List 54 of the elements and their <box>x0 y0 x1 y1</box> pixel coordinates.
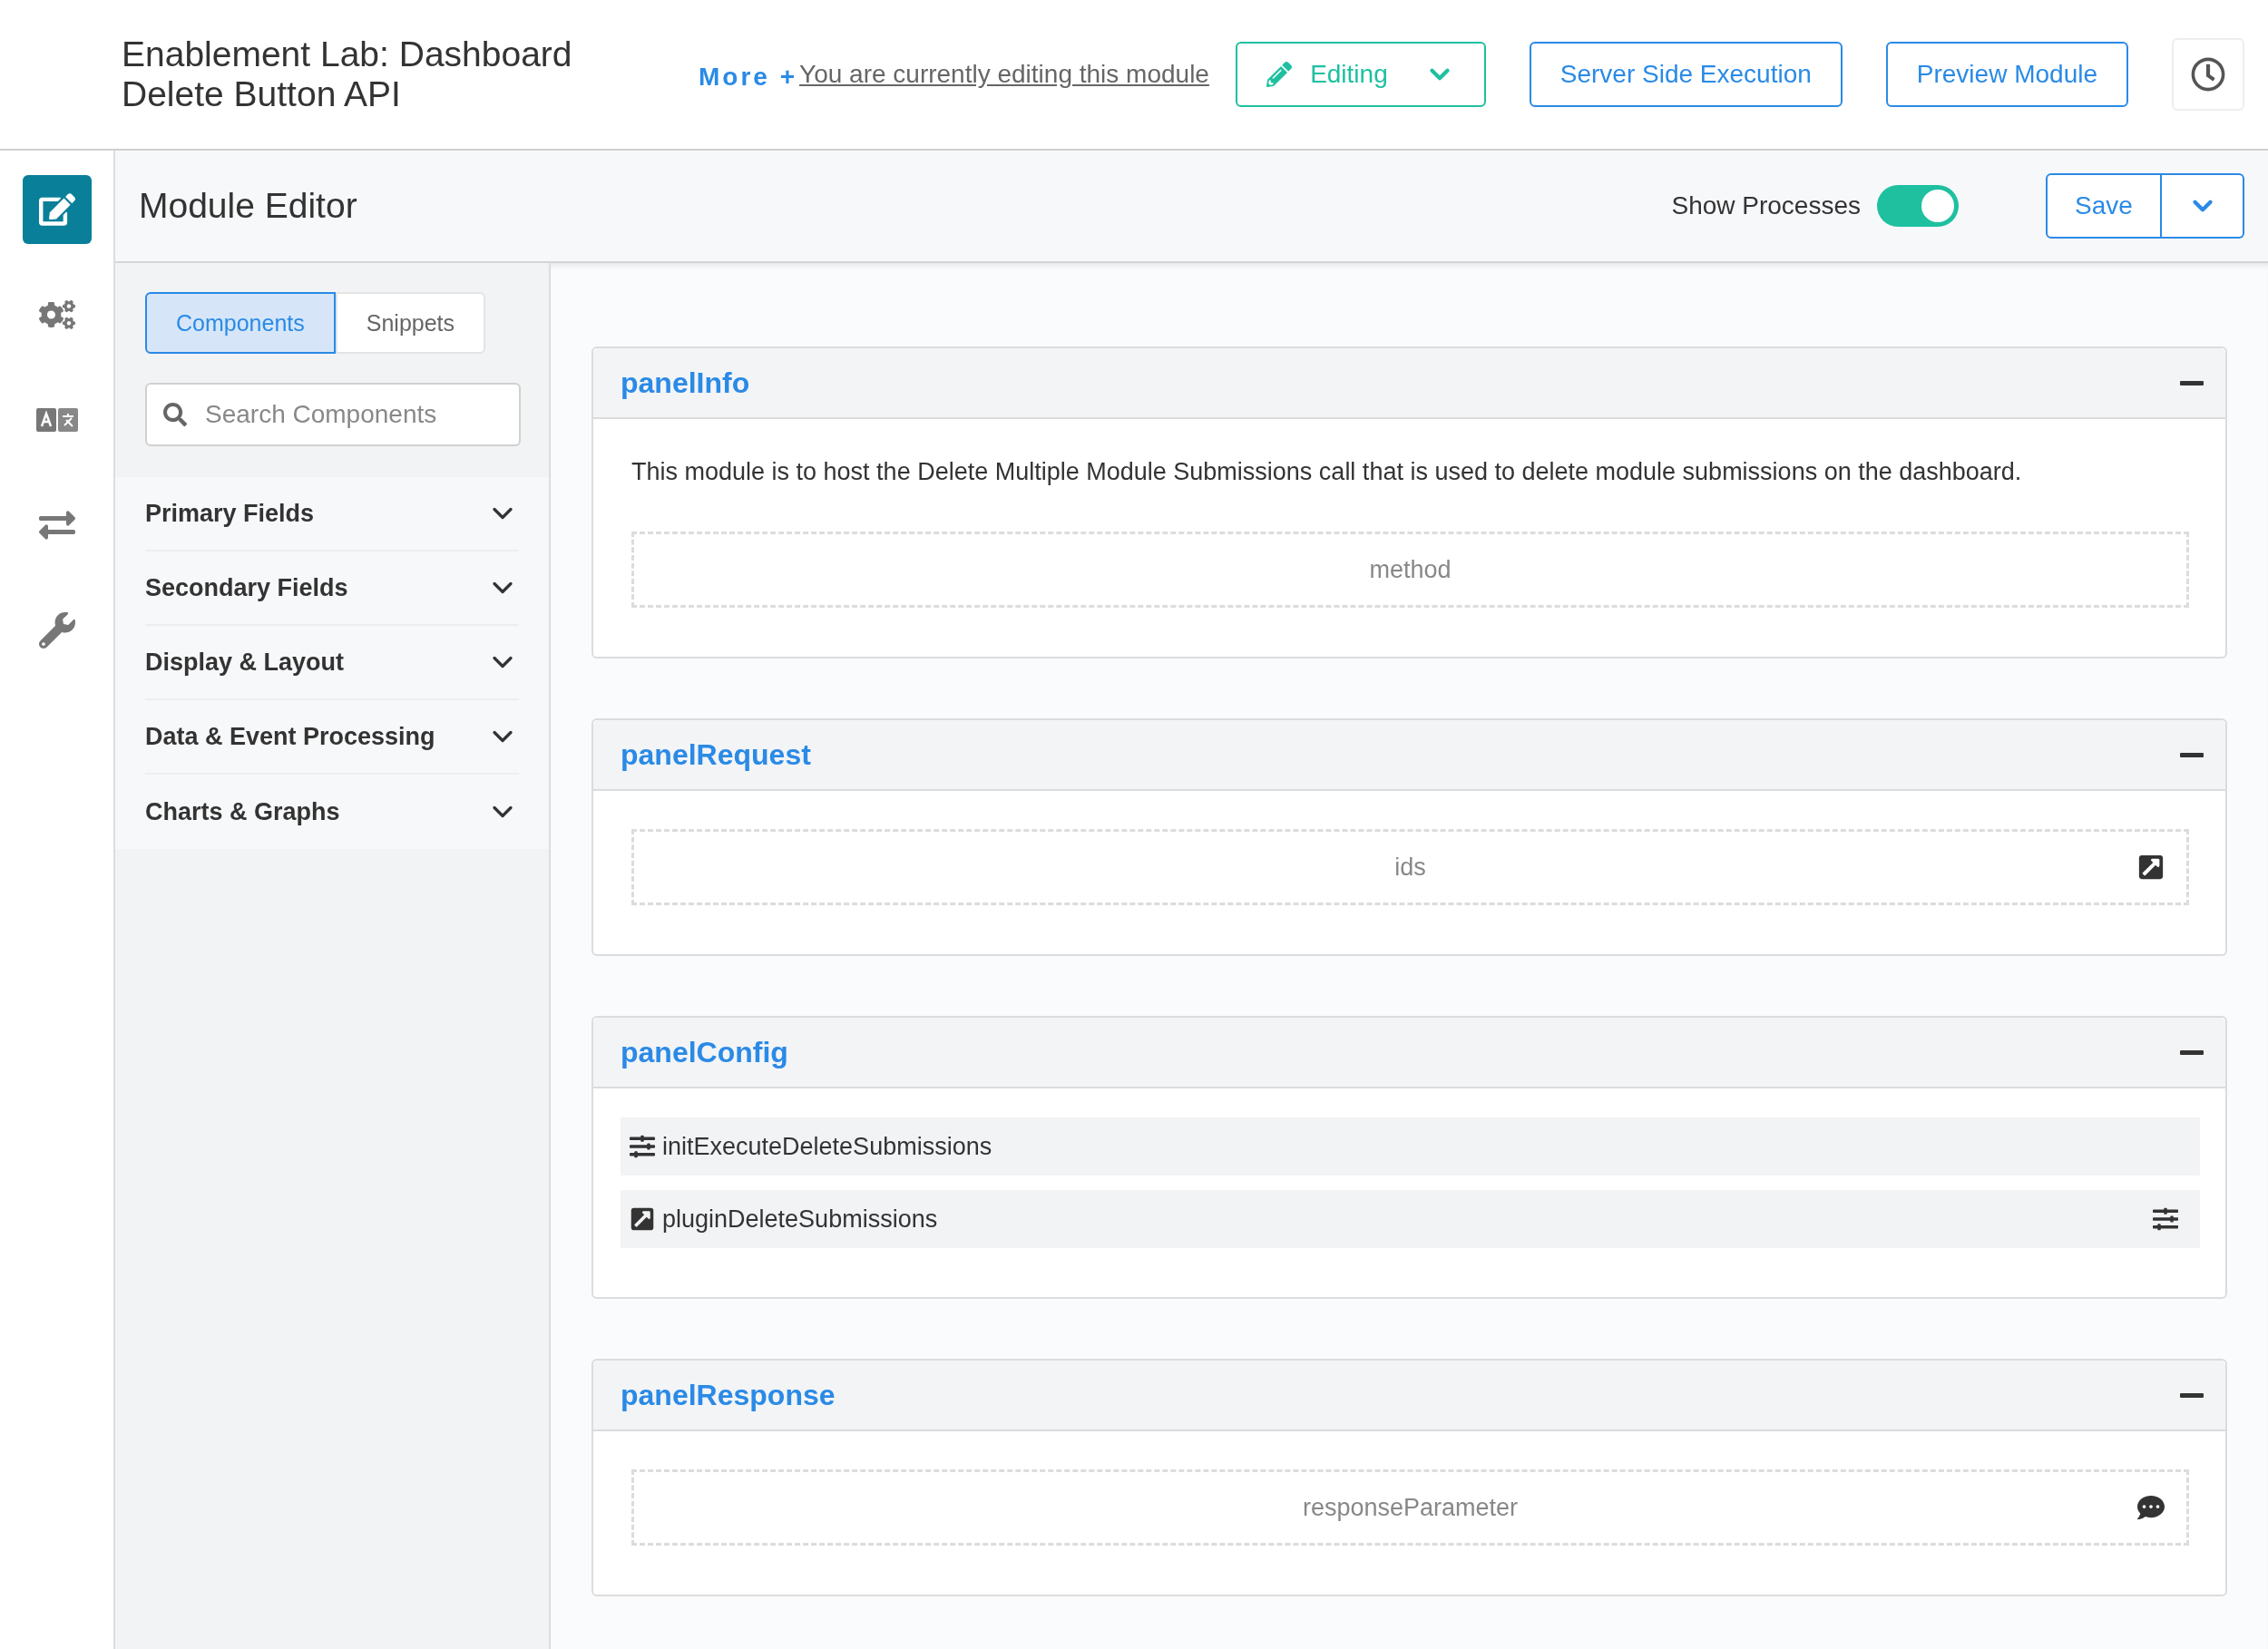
plugin-icon <box>630 1206 655 1232</box>
field-placeholder[interactable]: method <box>631 532 2189 608</box>
clock-icon <box>2191 57 2225 92</box>
panel-title: panelInfo <box>621 366 750 400</box>
field-placeholder[interactable]: ids <box>631 829 2189 905</box>
search-field[interactable]: Search Components <box>145 383 521 446</box>
sliders-icon <box>630 1134 655 1159</box>
field-placeholder[interactable]: responseParameter <box>631 1469 2189 1546</box>
component-group[interactable]: Display & Layout <box>145 626 519 700</box>
minus-icon <box>2180 380 2204 385</box>
process-row[interactable]: initExecuteDeleteSubmissions <box>621 1117 2200 1176</box>
field-label: method <box>1369 555 1452 584</box>
plugin-name: pluginDeleteSubmissions <box>662 1205 939 1234</box>
panel-title: panelRequest <box>621 737 811 772</box>
save-button[interactable]: Save <box>2046 173 2162 239</box>
collapse-button[interactable] <box>2180 380 2204 385</box>
toggle-label: Show Processes <box>1671 191 1861 220</box>
wrench-icon <box>38 612 75 649</box>
module-title: Enablement Lab: Dashboard Delete Button API <box>122 34 573 114</box>
history-button[interactable] <box>2172 38 2244 111</box>
search-icon <box>163 403 187 426</box>
field-label: responseParameter <box>1302 1493 1519 1522</box>
description-text: This module is to host the Delete Multiple Module Submissions call that is used to delete module submissions on the dashboard. <box>631 457 2023 487</box>
processes-toggle[interactable] <box>1877 185 1959 227</box>
editing-status-link[interactable]: You are currently editing this module <box>799 60 1209 89</box>
component-group[interactable]: Charts & Graphs <box>145 775 519 849</box>
translate-icon <box>35 408 78 432</box>
process-name: initExecuteDeleteSubmissions <box>662 1132 993 1161</box>
collapse-button[interactable] <box>2180 1049 2204 1055</box>
minus-icon <box>2180 752 2204 757</box>
pencil-icon <box>1266 62 1293 87</box>
component-group[interactable]: Secondary Fields <box>145 551 519 626</box>
more-link[interactable]: More + <box>699 63 798 92</box>
editor-nav-button[interactable] <box>22 175 92 244</box>
collapse-button[interactable] <box>2180 752 2204 757</box>
component-group[interactable]: Data & Event Processing <box>145 700 519 775</box>
editor-title: Module Editor <box>139 186 357 226</box>
chat-bubble-icon[interactable] <box>2137 1494 2165 1521</box>
save-options-button[interactable] <box>2162 173 2244 239</box>
field-label: ids <box>1394 853 1426 882</box>
collapse-button[interactable] <box>2180 1392 2204 1398</box>
panel-title: panelConfig <box>621 1035 788 1069</box>
minus-icon <box>2180 1392 2204 1398</box>
panel-title: panelResponse <box>621 1378 836 1412</box>
search-input[interactable]: Search Components <box>203 399 503 430</box>
component-group[interactable]: Primary Fields <box>145 477 519 551</box>
header-button[interactable]: Server Side Execution <box>1529 42 1843 107</box>
header-button[interactable]: Preview Module <box>1885 42 2128 107</box>
plugin-icon[interactable] <box>2137 854 2165 881</box>
minus-icon <box>2180 1049 2204 1055</box>
sidebar-tab[interactable]: Snippets <box>335 292 486 354</box>
edit-icon <box>38 191 75 228</box>
plugin-row[interactable]: pluginDeleteSubmissions <box>621 1190 2200 1248</box>
sliders-icon[interactable] <box>2153 1206 2178 1232</box>
